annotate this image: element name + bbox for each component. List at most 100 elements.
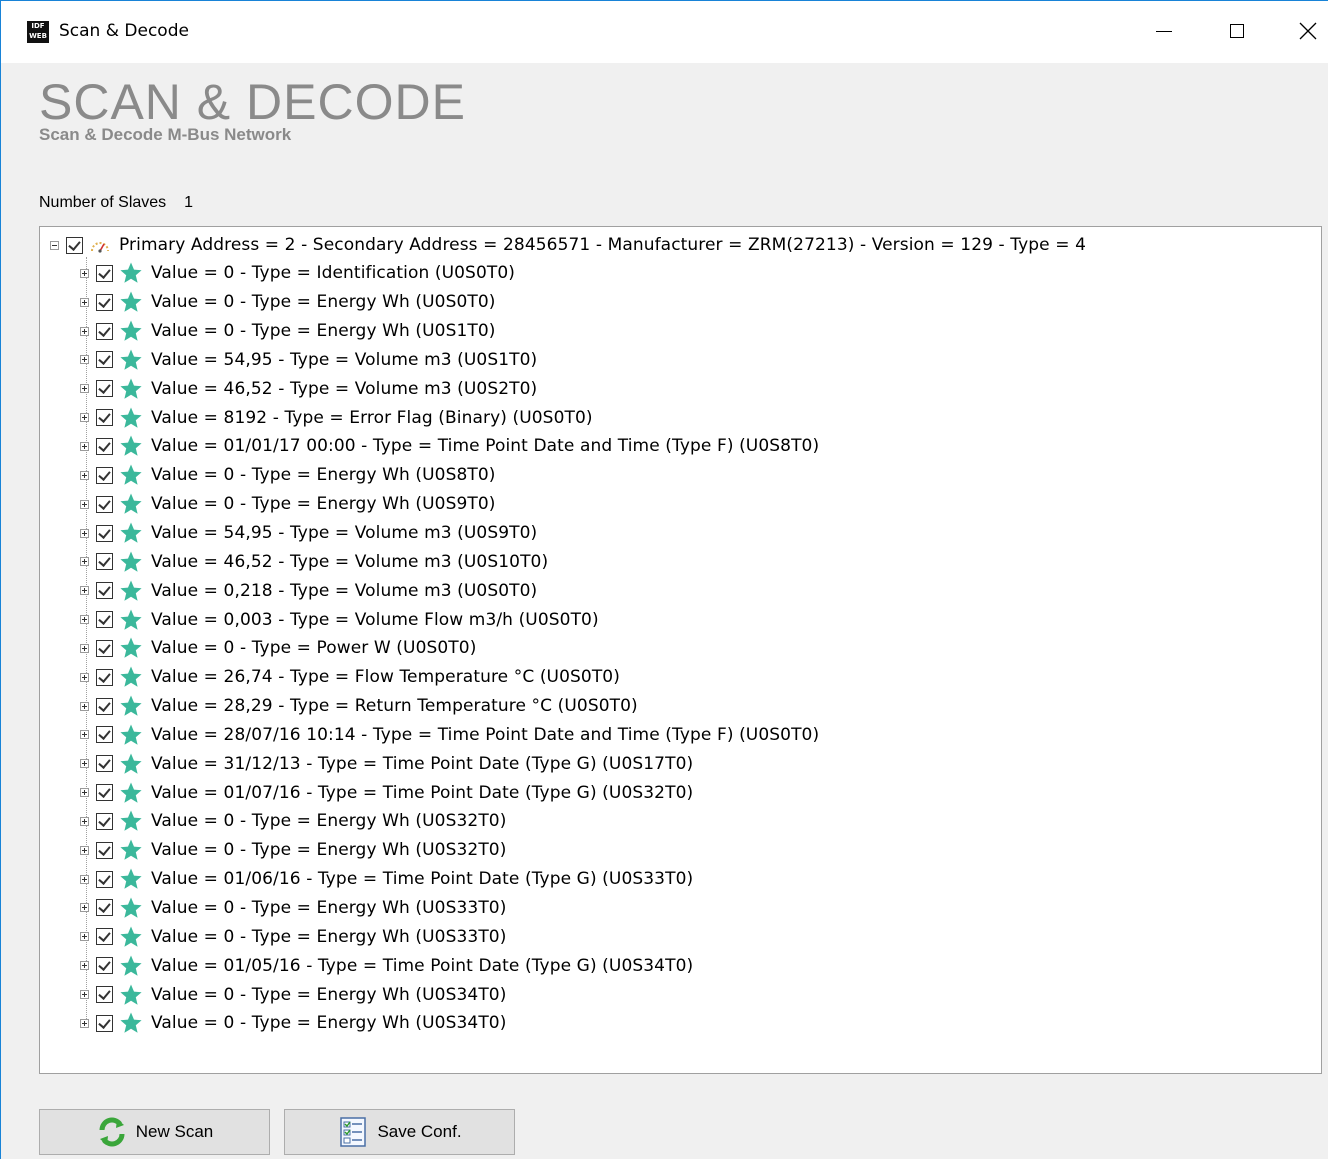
expand-toggle-icon[interactable] xyxy=(80,759,89,769)
minimize-button[interactable] xyxy=(1141,9,1187,53)
tree-item[interactable]: Value = 01/01/17 00:00 - Type = Time Poi… xyxy=(80,432,819,461)
star-icon xyxy=(120,407,142,428)
expand-toggle-icon[interactable] xyxy=(80,701,89,711)
refresh-icon xyxy=(99,1117,125,1147)
star-icon xyxy=(120,522,142,543)
close-button[interactable] xyxy=(1285,9,1328,53)
item-checkbox[interactable] xyxy=(96,582,113,600)
item-checkbox[interactable] xyxy=(96,726,113,744)
expand-toggle-icon[interactable] xyxy=(80,903,89,913)
item-checkbox[interactable] xyxy=(96,784,113,802)
item-checkbox[interactable] xyxy=(96,495,113,513)
tree-item[interactable]: Value = 8192 - Type = Error Flag (Binary… xyxy=(80,403,819,432)
item-checkbox[interactable] xyxy=(96,437,113,455)
decode-tree[interactable]: Primary Address = 2 - Secondary Address … xyxy=(39,226,1322,1074)
expand-toggle-icon[interactable] xyxy=(80,586,89,596)
expand-toggle-icon[interactable] xyxy=(80,499,89,509)
save-conf-button[interactable]: Save Conf. xyxy=(284,1109,515,1155)
expand-toggle-icon[interactable] xyxy=(80,355,89,365)
item-checkbox[interactable] xyxy=(96,409,113,427)
item-checkbox[interactable] xyxy=(96,668,113,686)
expand-toggle-icon[interactable] xyxy=(80,816,89,826)
expand-toggle-icon[interactable] xyxy=(80,788,89,798)
tree-item[interactable]: Value = 0 - Type = Energy Wh (U0S34T0) xyxy=(80,1009,819,1038)
maximize-button[interactable] xyxy=(1214,9,1260,53)
tree-root-node[interactable]: Primary Address = 2 - Secondary Address … xyxy=(50,231,1086,259)
tree-item[interactable]: Value = 0 - Type = Energy Wh (U0S32T0) xyxy=(80,836,819,865)
tree-item[interactable]: Value = 46,52 - Type = Volume m3 (U0S2T0… xyxy=(80,374,819,403)
tree-item[interactable]: Value = 0,218 - Type = Volume m3 (U0S0T0… xyxy=(80,576,819,605)
item-checkbox[interactable] xyxy=(96,957,113,975)
tree-item[interactable]: Value = 54,95 - Type = Volume m3 (U0S1T0… xyxy=(80,346,819,375)
tree-item[interactable]: Value = 01/05/16 - Type = Time Point Dat… xyxy=(80,951,819,980)
page-title: SCAN & DECODE xyxy=(39,74,466,130)
tree-item[interactable]: Value = 46,52 - Type = Volume m3 (U0S10T… xyxy=(80,547,819,576)
expand-toggle-icon[interactable] xyxy=(80,845,89,855)
expand-toggle-icon[interactable] xyxy=(80,557,89,567)
tree-item[interactable]: Value = 0 - Type = Energy Wh (U0S9T0) xyxy=(80,490,819,519)
tree-item[interactable]: Value = 0,003 - Type = Volume Flow m3/h … xyxy=(80,605,819,634)
expand-toggle-icon[interactable] xyxy=(80,384,89,394)
item-checkbox[interactable] xyxy=(96,322,113,340)
new-scan-button[interactable]: New Scan xyxy=(39,1109,270,1155)
expand-toggle-icon[interactable] xyxy=(80,326,89,336)
expand-toggle-icon[interactable] xyxy=(80,470,89,480)
expand-toggle-icon[interactable] xyxy=(80,874,89,884)
expand-toggle-icon[interactable] xyxy=(80,413,89,423)
item-checkbox[interactable] xyxy=(96,870,113,888)
item-checkbox[interactable] xyxy=(96,841,113,859)
tree-item[interactable]: Value = 01/07/16 - Type = Time Point Dat… xyxy=(80,778,819,807)
title-bar[interactable]: IDF WEB Scan & Decode xyxy=(1,1,1328,63)
expand-toggle-icon[interactable] xyxy=(80,672,89,682)
tree-item[interactable]: Value = 0 - Type = Energy Wh (U0S33T0) xyxy=(80,894,819,923)
item-checkbox[interactable] xyxy=(96,524,113,542)
item-checkbox[interactable] xyxy=(96,928,113,946)
tree-item[interactable]: Value = 54,95 - Type = Volume m3 (U0S9T0… xyxy=(80,519,819,548)
tree-item[interactable]: Value = 28/07/16 10:14 - Type = Time Poi… xyxy=(80,721,819,750)
item-checkbox[interactable] xyxy=(96,351,113,369)
expand-toggle-icon[interactable] xyxy=(80,441,89,451)
star-icon xyxy=(120,551,142,572)
star-icon xyxy=(120,1012,142,1034)
collapse-toggle-icon[interactable] xyxy=(50,240,59,250)
tree-item-label: Value = 54,95 - Type = Volume m3 (U0S1T0… xyxy=(151,349,538,370)
expand-toggle-icon[interactable] xyxy=(80,528,89,538)
item-checkbox[interactable] xyxy=(96,812,113,830)
tree-item[interactable]: Value = 0 - Type = Energy Wh (U0S1T0) xyxy=(80,317,819,346)
item-checkbox[interactable] xyxy=(96,264,113,282)
item-checkbox[interactable] xyxy=(96,380,113,398)
item-checkbox[interactable] xyxy=(96,553,113,571)
tree-item[interactable]: Value = 0 - Type = Identification (U0S0T… xyxy=(80,259,819,288)
root-checkbox[interactable] xyxy=(66,236,83,254)
item-checkbox[interactable] xyxy=(96,899,113,917)
tree-item[interactable]: Value = 0 - Type = Power W (U0S0T0) xyxy=(80,634,819,663)
item-checkbox[interactable] xyxy=(96,697,113,715)
expand-toggle-icon[interactable] xyxy=(80,268,89,278)
tree-item[interactable]: Value = 0 - Type = Energy Wh (U0S32T0) xyxy=(80,807,819,836)
expand-toggle-icon[interactable] xyxy=(80,932,89,942)
item-checkbox[interactable] xyxy=(96,611,113,629)
tree-item[interactable]: Value = 0 - Type = Energy Wh (U0S0T0) xyxy=(80,288,819,317)
tree-item[interactable]: Value = 0 - Type = Energy Wh (U0S8T0) xyxy=(80,461,819,490)
tree-item[interactable]: Value = 01/06/16 - Type = Time Point Dat… xyxy=(80,865,819,894)
item-checkbox[interactable] xyxy=(96,986,113,1004)
expand-toggle-icon[interactable] xyxy=(80,730,89,740)
tree-item-label: Value = 0 - Type = Energy Wh (U0S33T0) xyxy=(151,926,507,947)
tree-item[interactable]: Value = 31/12/13 - Type = Time Point Dat… xyxy=(80,749,819,778)
tree-item[interactable]: Value = 28,29 - Type = Return Temperatur… xyxy=(80,692,819,721)
item-checkbox[interactable] xyxy=(96,466,113,484)
expand-toggle-icon[interactable] xyxy=(80,990,89,1000)
item-checkbox[interactable] xyxy=(96,293,113,311)
tree-item[interactable]: Value = 26,74 - Type = Flow Temperature … xyxy=(80,663,819,692)
item-checkbox[interactable] xyxy=(96,1014,113,1032)
item-checkbox[interactable] xyxy=(96,755,113,773)
tree-item[interactable]: Value = 0 - Type = Energy Wh (U0S34T0) xyxy=(80,980,819,1009)
star-icon xyxy=(120,493,142,514)
expand-toggle-icon[interactable] xyxy=(80,643,89,653)
expand-toggle-icon[interactable] xyxy=(80,1018,89,1028)
expand-toggle-icon[interactable] xyxy=(80,615,89,625)
item-checkbox[interactable] xyxy=(96,639,113,657)
expand-toggle-icon[interactable] xyxy=(80,297,89,307)
expand-toggle-icon[interactable] xyxy=(80,961,89,971)
tree-item[interactable]: Value = 0 - Type = Energy Wh (U0S33T0) xyxy=(80,922,819,951)
